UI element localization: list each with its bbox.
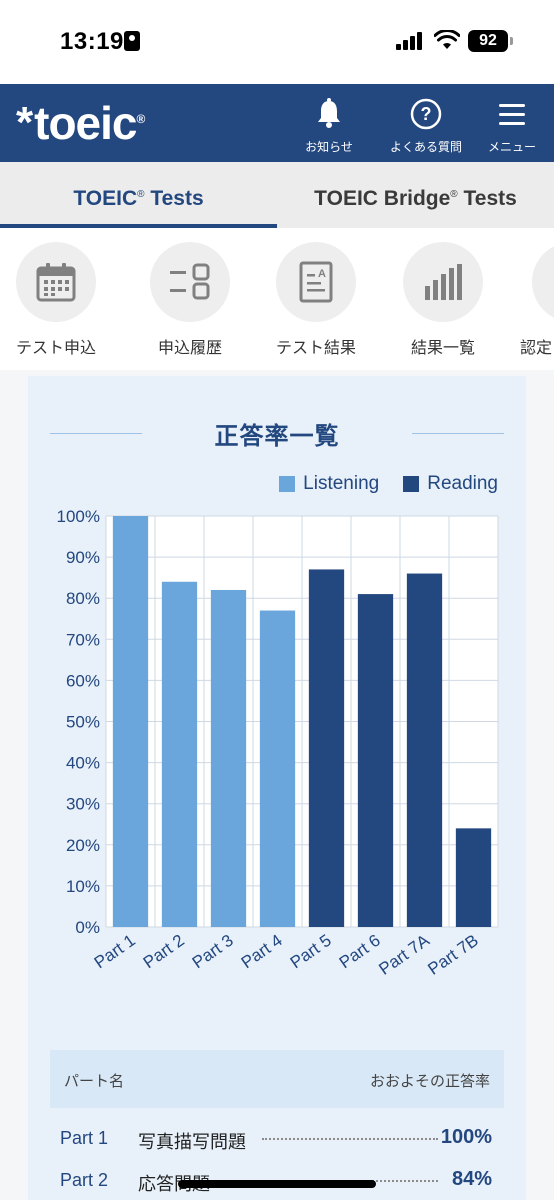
- registered-mark: ®: [137, 189, 145, 200]
- bar-reading-part-7a: [406, 573, 443, 927]
- bar-chart-icon: [425, 264, 462, 300]
- part-name: Part 2: [60, 1170, 109, 1190]
- tab-suffix: Tests: [463, 187, 517, 210]
- shortcut-circle: [150, 242, 230, 322]
- hamburger-menu-icon: [499, 104, 525, 125]
- legend-swatch-reading: [403, 476, 420, 492]
- y-tick-label: 60%: [66, 671, 100, 690]
- shortcut-circle: [403, 242, 483, 322]
- cellular-signal-icon: [396, 32, 424, 50]
- legend-label-listening: Listening: [303, 473, 380, 494]
- accuracy-card: 正答率一覧 Listening Reading 100% 90% 80% 70% 60%…: [28, 376, 526, 1200]
- x-tick-label: Part 3: [189, 931, 237, 973]
- x-tick-label: Part 2: [140, 931, 188, 973]
- shortcut-certification[interactable]: 認定: [494, 242, 554, 358]
- legend-item-listening: Listening: [279, 473, 379, 495]
- test-type-tabs: TOEIC® Tests TOEIC Bridge® Tests: [0, 162, 554, 228]
- shortcut-menu: テスト申込 申込履歴 A テスト結果 結果一覧 認定: [0, 228, 554, 370]
- bar-reading-part-6: [357, 594, 394, 927]
- y-tick-label: 90%: [66, 548, 100, 567]
- x-tick-label: Part 7B: [424, 931, 481, 979]
- legend-swatch-listening: [279, 476, 296, 492]
- status-bar: 13:19 92: [0, 0, 554, 84]
- y-tick-label: 70%: [66, 630, 100, 649]
- contact-badge-icon: [124, 31, 140, 51]
- part-description: 写真描写問題: [138, 1132, 246, 1152]
- menu-button[interactable]: メニュー: [470, 98, 554, 158]
- shortcut-label: 申込履歴: [157, 340, 222, 357]
- notifications-button[interactable]: お知らせ: [284, 98, 374, 158]
- y-tick-label: 20%: [66, 836, 100, 855]
- y-tick-label: 80%: [66, 589, 100, 608]
- logo-text: toeic: [34, 97, 137, 149]
- shortcut-label: テスト申込: [15, 340, 96, 357]
- app-header: *toeic® お知らせ ? よくある質問 メニュー: [0, 84, 554, 162]
- tab-toeic-bridge-tests[interactable]: TOEIC Bridge® Tests: [277, 162, 554, 228]
- bar-listening-part-2: [161, 581, 198, 927]
- table-header-part-name: パート名: [64, 1073, 125, 1090]
- bar-listening-part-1: [112, 516, 149, 927]
- chart-legend: Listening Reading: [255, 472, 498, 496]
- shortcut-circle: A: [276, 242, 356, 322]
- notifications-label: お知らせ: [305, 140, 353, 154]
- shortcut-test-results[interactable]: A テスト結果: [253, 242, 379, 358]
- shortcut-label: 結果一覧: [410, 340, 475, 357]
- logo-registered-mark: ®: [136, 112, 146, 126]
- y-tick-label: 100%: [57, 507, 100, 526]
- tab-label: TOEIC: [73, 187, 138, 210]
- shortcut-circle: [16, 242, 96, 322]
- shortcut-test-application[interactable]: テスト申込: [0, 242, 119, 358]
- bell-icon: [318, 98, 340, 128]
- bar-reading-part-5: [308, 569, 345, 927]
- faq-label: よくある質問: [389, 140, 462, 154]
- tab-toeic-tests[interactable]: TOEIC® Tests: [0, 162, 277, 228]
- y-tick-label: 40%: [66, 754, 100, 773]
- tab-label: TOEIC Bridge: [314, 187, 451, 210]
- calendar-icon: [36, 263, 76, 302]
- x-tick-label: Part 4: [238, 931, 286, 973]
- legend-label-reading: Reading: [427, 473, 498, 494]
- svg-text:A: A: [318, 268, 326, 280]
- y-tick-label: 0%: [75, 918, 100, 937]
- menu-label: メニュー: [487, 140, 536, 154]
- part-name: Part 1: [60, 1128, 109, 1148]
- y-tick-label: 50%: [66, 713, 100, 732]
- x-tick-label: Part 7A: [375, 930, 433, 978]
- accuracy-bar-chart: 100%90%80%70%60%50%40%30%20%10%0%Part 1P…: [57, 507, 499, 979]
- battery-indicator: 92: [468, 30, 513, 52]
- registered-mark: ®: [450, 189, 458, 200]
- status-time: 13:19: [60, 28, 124, 55]
- shortcut-label: 認定: [520, 340, 553, 357]
- faq-button[interactable]: ? よくある質問: [381, 98, 471, 158]
- home-indicator: [178, 1180, 376, 1188]
- part-accuracy: 100%: [440, 1126, 492, 1148]
- table-row: Part 1 写真描写問題 100%: [50, 1120, 504, 1160]
- part-accuracy: 84%: [451, 1168, 492, 1190]
- y-tick-label: 10%: [66, 877, 100, 896]
- legend-item-reading: Reading: [403, 473, 498, 495]
- toeic-logo[interactable]: *toeic®: [16, 97, 146, 150]
- y-tick-label: 30%: [66, 795, 100, 814]
- bar-reading-part-7b: [455, 828, 492, 927]
- chart-title-row: 正答率一覧: [28, 416, 526, 452]
- shortcut-application-history[interactable]: 申込履歴: [127, 242, 253, 358]
- bar-listening-part-4: [259, 610, 296, 927]
- shortcut-label: テスト結果: [275, 340, 356, 357]
- table-header: パート名 おおよその正答率: [50, 1050, 504, 1108]
- x-tick-label: Part 5: [287, 931, 335, 973]
- title-divider-right: [412, 433, 504, 434]
- table-header-accuracy: おおよその正答率: [369, 1073, 490, 1090]
- svg-text:?: ?: [421, 104, 432, 124]
- test-result-document-icon: A: [299, 261, 333, 303]
- wifi-icon: [434, 30, 460, 49]
- question-circle-icon: ?: [410, 98, 442, 130]
- shortcut-results-list[interactable]: 結果一覧: [380, 242, 506, 358]
- tab-suffix: Tests: [150, 187, 204, 210]
- bar-listening-part-3: [210, 589, 247, 927]
- history-list-icon: [170, 263, 210, 300]
- logo-asterisk-icon: *: [16, 98, 33, 147]
- shortcut-circle: [532, 242, 554, 322]
- dotted-leader: [262, 1136, 438, 1140]
